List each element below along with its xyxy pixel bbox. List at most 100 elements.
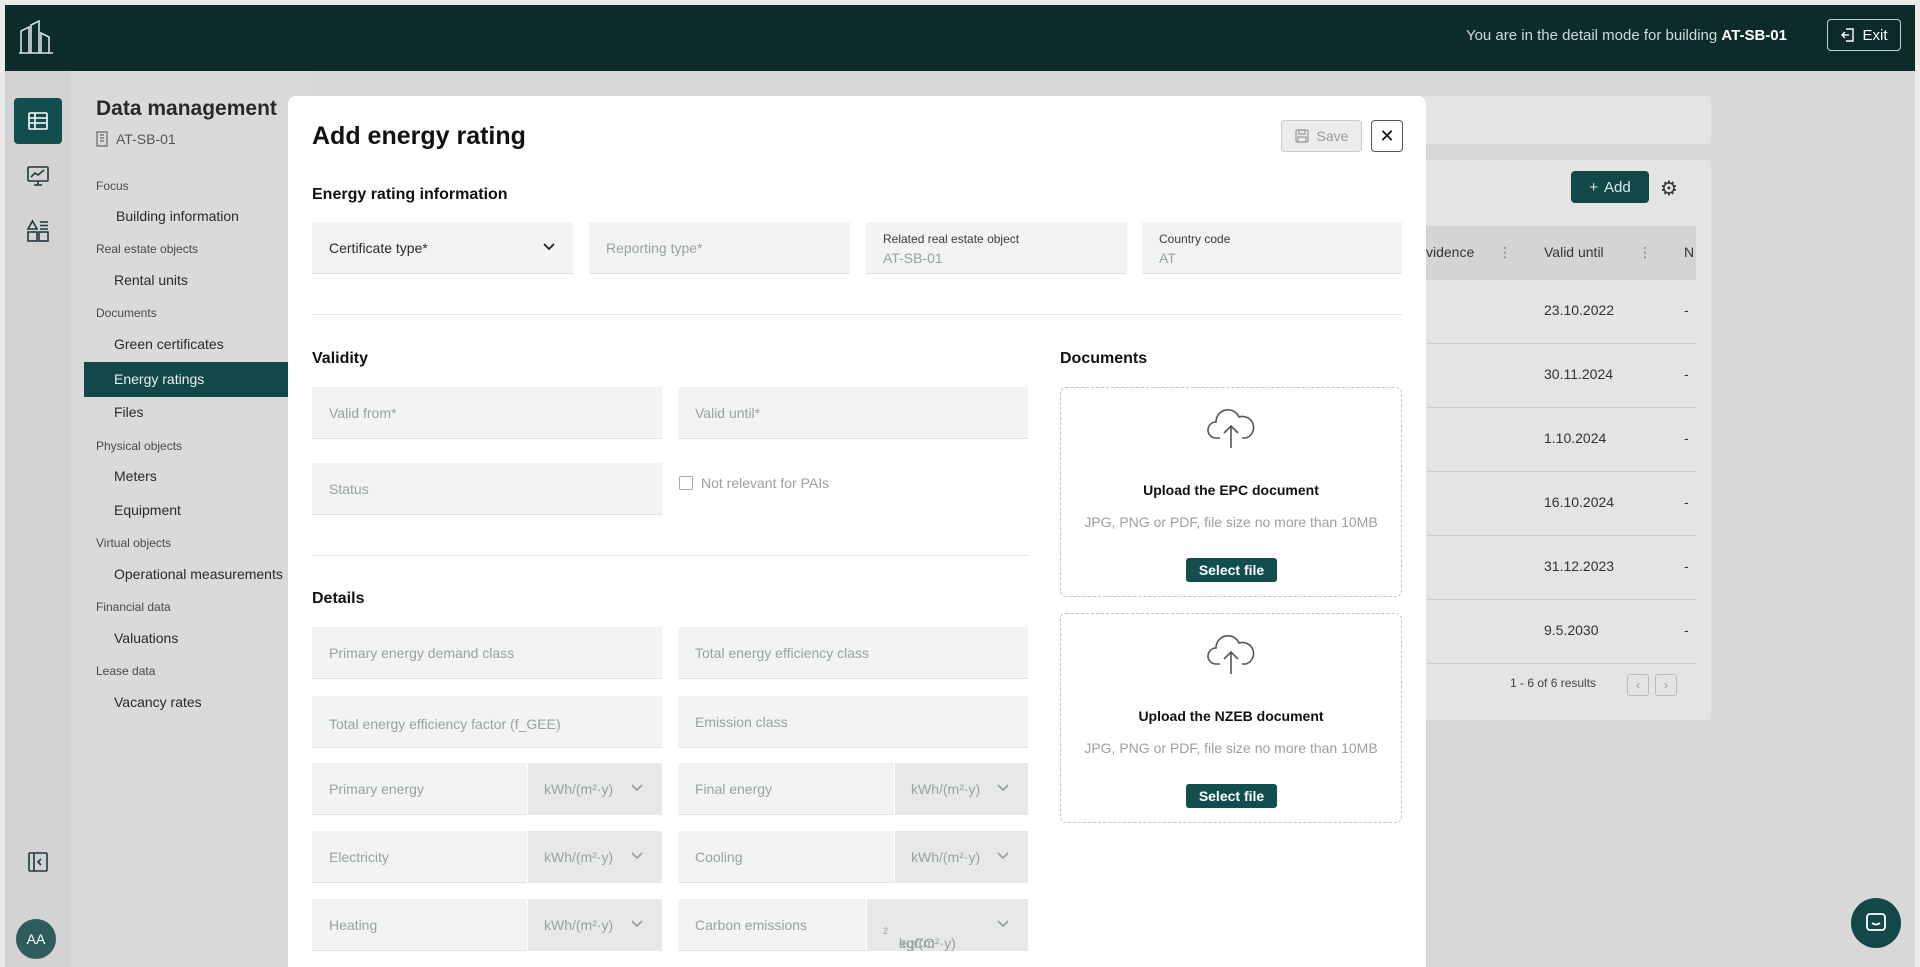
heating-placeholder: Heating [329, 917, 378, 933]
cell-valid-until: 23.10.2022 [1544, 302, 1615, 318]
epc-select-file-button[interactable]: Select file [1186, 558, 1277, 582]
sidebar-item-equipment[interactable]: Equipment [114, 502, 181, 518]
section-title-info: Energy rating information [312, 186, 508, 203]
country-code-value: AT [1159, 250, 1176, 266]
country-code-field: Country code AT [1142, 222, 1402, 274]
valid-from-field[interactable]: Valid from* [312, 387, 662, 439]
heating-field[interactable]: Heating kWh/(m²·y) [312, 899, 662, 951]
section-title-documents: Documents [1060, 350, 1148, 367]
column-menu-icon[interactable]: ⋮ [1638, 244, 1652, 261]
building-icon [96, 131, 108, 147]
cell-n: - [1684, 302, 1689, 318]
column-header-n[interactable]: N [1684, 244, 1694, 260]
table-row[interactable]: 23.10.2022 - [1420, 280, 1696, 344]
carbon-unit-suffix: eq/(m²·y) [899, 935, 956, 951]
valid-until-placeholder: Valid until* [695, 405, 761, 421]
sidebar-item-valuations[interactable]: Valuations [114, 630, 178, 646]
section-title-validity: Validity [312, 350, 369, 367]
sidebar-item-meters[interactable]: Meters [114, 468, 157, 484]
primary-energy-placeholder: Primary energy [329, 781, 424, 797]
cooling-unit-select[interactable]: kWh/(m²·y) [894, 831, 1028, 883]
primary-energy-unit-select[interactable]: kWh/(m²·y) [527, 763, 662, 815]
final-energy-field[interactable]: Final energy kWh/(m²·y) [678, 763, 1028, 815]
valid-until-field[interactable]: Valid until* [678, 387, 1028, 439]
carbon-emissions-unit-select[interactable]: kgCO 2 eq/(m²·y) [866, 899, 1028, 951]
total-energy-efficiency-class-placeholder: Total energy efficiency class [695, 645, 870, 661]
emission-class-field[interactable]: Emission class [678, 696, 1028, 748]
collapse-sidebar-button[interactable] [14, 839, 62, 885]
carbon-unit-subscript: 2 [883, 925, 889, 936]
electricity-field[interactable]: Electricity kWh/(m²·y) [312, 831, 662, 883]
add-button[interactable]: + Add [1571, 171, 1649, 203]
heating-unit-select[interactable]: kWh/(m²·y) [527, 899, 662, 951]
presentation-chart-icon [27, 166, 49, 186]
sidebar-item-green-certificates[interactable]: Green certificates [114, 336, 224, 352]
gear-icon[interactable]: ⚙ [1660, 176, 1678, 201]
exit-button[interactable]: Exit [1827, 19, 1901, 51]
group-financial: Financial data [96, 600, 171, 614]
close-button[interactable]: ✕ [1371, 120, 1403, 152]
sidebar-item-building-information[interactable]: Building information [116, 208, 239, 224]
unit-label: kWh/(m²·y) [911, 849, 981, 865]
cell-valid-until: 16.10.2024 [1544, 494, 1615, 510]
nzeb-upload-dropzone[interactable]: Upload the NZEB document JPG, PNG or PDF… [1060, 613, 1402, 823]
primary-energy-demand-class-field[interactable]: Primary energy demand class [312, 627, 662, 679]
table-row[interactable]: 9.5.2030 - [1420, 600, 1696, 664]
status-select[interactable]: Status [312, 463, 662, 515]
chevron-down-icon [997, 920, 1009, 928]
chat-icon [1866, 913, 1886, 931]
rail-widgets-button[interactable] [14, 208, 62, 254]
save-button[interactable]: Save [1281, 120, 1362, 152]
carbon-emissions-field[interactable]: Carbon emissions kgCO 2 eq/(m²·y) [678, 899, 1028, 951]
final-energy-unit-select[interactable]: kWh/(m²·y) [894, 763, 1028, 815]
unit-label: kWh/(m²·y) [544, 781, 614, 797]
not-relevant-checkbox[interactable]: Not relevant for PAIs [679, 475, 829, 491]
not-relevant-label: Not relevant for PAIs [701, 475, 830, 491]
rail-dashboard-button[interactable] [14, 153, 62, 199]
carbon-unit-label: kgCO 2 eq/(m²·y) [883, 917, 956, 951]
divider [312, 555, 1028, 556]
sidebar-item-rental-units[interactable]: Rental units [114, 272, 188, 288]
reporting-type-select[interactable]: Reporting type* [589, 222, 850, 274]
table-row[interactable]: 30.11.2024 - [1420, 344, 1696, 408]
total-energy-efficiency-factor-field[interactable]: Total energy efficiency factor (f_GEE) [312, 696, 662, 748]
avatar[interactable]: AA [16, 919, 56, 959]
checkbox-box[interactable] [679, 476, 693, 490]
sidebar-item-vacancy-rates[interactable]: Vacancy rates [114, 694, 202, 710]
nzeb-select-file-button[interactable]: Select file [1186, 784, 1277, 808]
related-object-field: Related real estate object AT-SB-01 [866, 222, 1127, 274]
epc-upload-dropzone[interactable]: Upload the EPC document JPG, PNG or PDF,… [1060, 387, 1402, 597]
modal-title: Add energy rating [312, 122, 526, 150]
panel-building: AT-SB-01 [96, 131, 176, 147]
column-header-valid-until[interactable]: Valid until [1544, 244, 1604, 260]
certificate-type-select[interactable]: Certificate type* [312, 222, 573, 274]
chevron-down-icon [997, 784, 1009, 792]
country-code-label: Country code [1159, 232, 1231, 246]
building-code: AT-SB-01 [1721, 27, 1787, 44]
table-row[interactable]: 31.12.2023 - [1420, 536, 1696, 600]
sidebar-item-files[interactable]: Files [114, 404, 144, 420]
chevron-down-icon [631, 852, 643, 860]
column-menu-icon[interactable]: ⋮ [1498, 244, 1512, 261]
column-header-evidence[interactable]: vidence [1426, 244, 1474, 260]
cell-valid-until: 30.11.2024 [1544, 366, 1614, 382]
cloud-upload-icon [1207, 408, 1255, 448]
cooling-field[interactable]: Cooling kWh/(m²·y) [678, 831, 1028, 883]
unit-label: kWh/(m²·y) [544, 849, 614, 865]
cooling-placeholder: Cooling [695, 849, 743, 865]
total-energy-efficiency-class-field[interactable]: Total energy efficiency class [678, 627, 1028, 679]
table-row[interactable]: 1.10.2024 - [1420, 408, 1696, 472]
chevron-down-icon [997, 852, 1009, 860]
previous-page-button[interactable]: ‹ [1627, 674, 1649, 696]
table-row[interactable]: 16.10.2024 - [1420, 472, 1696, 536]
sidebar-item-operational-measurements[interactable]: Operational measurements [114, 566, 283, 582]
group-virtual: Virtual objects [96, 536, 172, 550]
total-energy-efficiency-factor-placeholder: Total energy efficiency factor (f_GEE) [329, 716, 561, 732]
next-page-button[interactable]: › [1655, 674, 1677, 696]
rail-data-management-button[interactable] [14, 98, 62, 144]
save-label: Save [1316, 128, 1349, 144]
primary-energy-field[interactable]: Primary energy kWh/(m²·y) [312, 763, 662, 815]
electricity-unit-select[interactable]: kWh/(m²·y) [527, 831, 662, 883]
cell-n: - [1684, 430, 1689, 446]
chat-button[interactable] [1851, 898, 1901, 948]
